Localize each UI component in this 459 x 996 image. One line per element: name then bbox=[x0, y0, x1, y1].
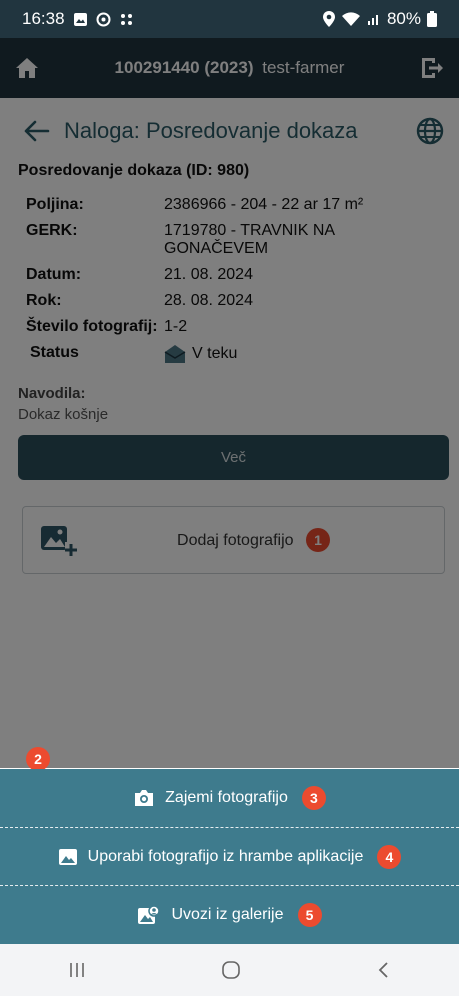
modal-backdrop[interactable] bbox=[0, 38, 459, 768]
wifi-icon bbox=[341, 11, 361, 27]
location-icon bbox=[322, 11, 335, 27]
option-label: Uvozi iz galerije bbox=[171, 905, 284, 923]
home-button-icon[interactable] bbox=[220, 959, 242, 981]
dots-notification-icon bbox=[119, 12, 134, 27]
step-badge: 2 bbox=[26, 747, 50, 771]
battery-percent: 80% bbox=[386, 9, 421, 28]
target-notification-icon bbox=[96, 12, 111, 27]
recent-apps-icon[interactable] bbox=[67, 961, 87, 979]
option-label: Zajemi fotografijo bbox=[165, 789, 288, 806]
capture-photo-option[interactable]: Zajemi fotografijo 3 bbox=[0, 769, 459, 827]
image-icon bbox=[58, 848, 78, 866]
status-time: 16:38 bbox=[22, 9, 65, 28]
step-badge: 3 bbox=[301, 786, 326, 810]
battery-icon bbox=[427, 11, 437, 27]
step-badge: 5 bbox=[297, 902, 322, 927]
option-label: Uporabi fotografijo iz hrambe aplikacije bbox=[87, 847, 364, 865]
step-badge: 4 bbox=[377, 844, 402, 869]
system-nav-bar bbox=[0, 944, 459, 996]
back-button-icon[interactable] bbox=[376, 960, 392, 980]
signal-icon bbox=[367, 12, 381, 26]
status-bar: 16:38 80% bbox=[0, 0, 459, 38]
app-storage-option[interactable]: Uporabi fotografijo iz hrambe aplikacije… bbox=[0, 827, 459, 885]
photo-source-sheet: Zajemi fotografijo 3 Uporabi fotografijo… bbox=[0, 769, 459, 944]
import-gallery-option[interactable]: Uvozi iz galerije 5 bbox=[0, 885, 459, 943]
gallery-notification-icon bbox=[73, 12, 88, 27]
gallery-import-icon bbox=[137, 904, 161, 925]
camera-icon bbox=[133, 789, 155, 807]
